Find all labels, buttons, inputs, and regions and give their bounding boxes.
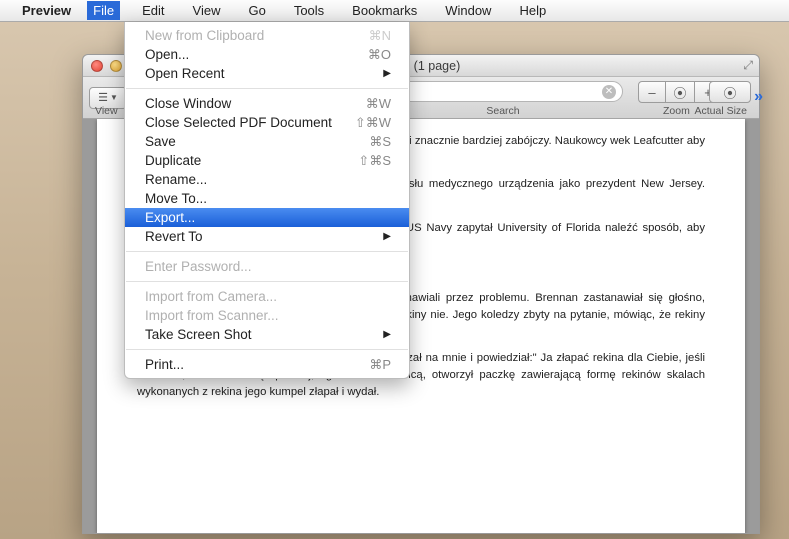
menu-item-label: Duplicate [145,153,201,168]
menu-item-label: Open Recent [145,66,225,81]
menu-separator [126,88,408,89]
menu-separator [126,251,408,252]
menu-item-take-screen-shot[interactable]: Take Screen Shot ▶ [125,325,409,344]
menu-shortcut: ⌘O [368,47,391,63]
menu-view[interactable]: View [187,1,227,20]
menu-shortcut: ⌘S [369,134,391,150]
view-label: View [95,105,118,117]
menu-item-move-to[interactable]: Move To... [125,189,409,208]
menu-go[interactable]: Go [242,1,271,20]
menu-item-close-window[interactable]: Close Window ⌘W [125,94,409,113]
menu-item-revert-to[interactable]: Revert To ▶ [125,227,409,246]
menu-file[interactable]: File [87,1,120,20]
menu-item-label: Open... [145,47,189,62]
toolbar-expand-icon[interactable]: » [754,88,763,106]
menu-shortcut: ⌘W [366,96,391,112]
menu-shortcut: ⇧⌘S [358,153,391,169]
menu-item-rename[interactable]: Rename... [125,170,409,189]
menu-window[interactable]: Window [439,1,497,20]
menu-item-save[interactable]: Save ⌘S [125,132,409,151]
menu-item-label: Print... [145,357,184,372]
menu-item-label: Move To... [145,191,207,206]
menu-item-label: Close Selected PDF Document [145,115,332,130]
menu-item-export[interactable]: Export... [125,208,409,227]
app-name[interactable]: Preview [22,3,71,18]
submenu-arrow-icon: ▶ [383,329,391,340]
menu-item-duplicate[interactable]: Duplicate ⇧⌘S [125,151,409,170]
actual-size-label: Actual Size [694,105,747,117]
menu-item-print[interactable]: Print... ⌘P [125,355,409,374]
menu-shortcut: ⌘P [369,357,391,373]
menu-tools[interactable]: Tools [288,1,330,20]
menu-item-label: New from Clipboard [145,28,264,43]
menu-separator [126,349,408,350]
menu-edit[interactable]: Edit [136,1,170,20]
zoom-label: Zoom [663,105,690,117]
menu-item-enter-password: Enter Password... [125,257,409,276]
menu-item-import-from-scanner: Import from Scanner... [125,306,409,325]
menu-item-label: Revert To [145,229,203,244]
file-menu-dropdown: New from Clipboard⌘NOpen...⌘OOpen Recent… [124,22,410,379]
menu-item-label: Enter Password... [145,259,252,274]
submenu-arrow-icon: ▶ [383,231,391,242]
menu-item-label: Take Screen Shot [145,327,252,342]
menubar: Preview File Edit View Go Tools Bookmark… [0,0,789,22]
menu-item-close-selected-pdf-document[interactable]: Close Selected PDF Document ⇧⌘W [125,113,409,132]
menu-item-label: Import from Scanner... [145,308,279,323]
menu-item-label: Import from Camera... [145,289,277,304]
menu-separator [126,281,408,282]
zoom-out-button[interactable]: – [638,81,666,103]
fullscreen-icon[interactable]: ⤢ [743,58,753,73]
menu-item-open-recent[interactable]: Open Recent ▶ [125,64,409,83]
actual-size-button[interactable]: ⦿ [709,81,751,103]
search-label: Search [463,105,543,117]
menu-item-label: Close Window [145,96,231,111]
menu-item-label: Export... [145,210,195,225]
zoom-fit-button[interactable]: ⦿ [666,81,694,103]
menu-help[interactable]: Help [513,1,552,20]
menu-item-import-from-camera: Import from Camera... [125,287,409,306]
menu-shortcut: ⌘N [369,28,391,44]
submenu-arrow-icon: ▶ [383,68,391,79]
menu-bookmarks[interactable]: Bookmarks [346,1,423,20]
menu-item-open[interactable]: Open... ⌘O [125,45,409,64]
menu-shortcut: ⇧⌘W [355,115,391,131]
menu-item-label: Rename... [145,172,207,187]
menu-item-new-from-clipboard: New from Clipboard ⌘N [125,26,409,45]
clear-search-icon[interactable]: ✕ [602,85,616,99]
menu-item-label: Save [145,134,176,149]
